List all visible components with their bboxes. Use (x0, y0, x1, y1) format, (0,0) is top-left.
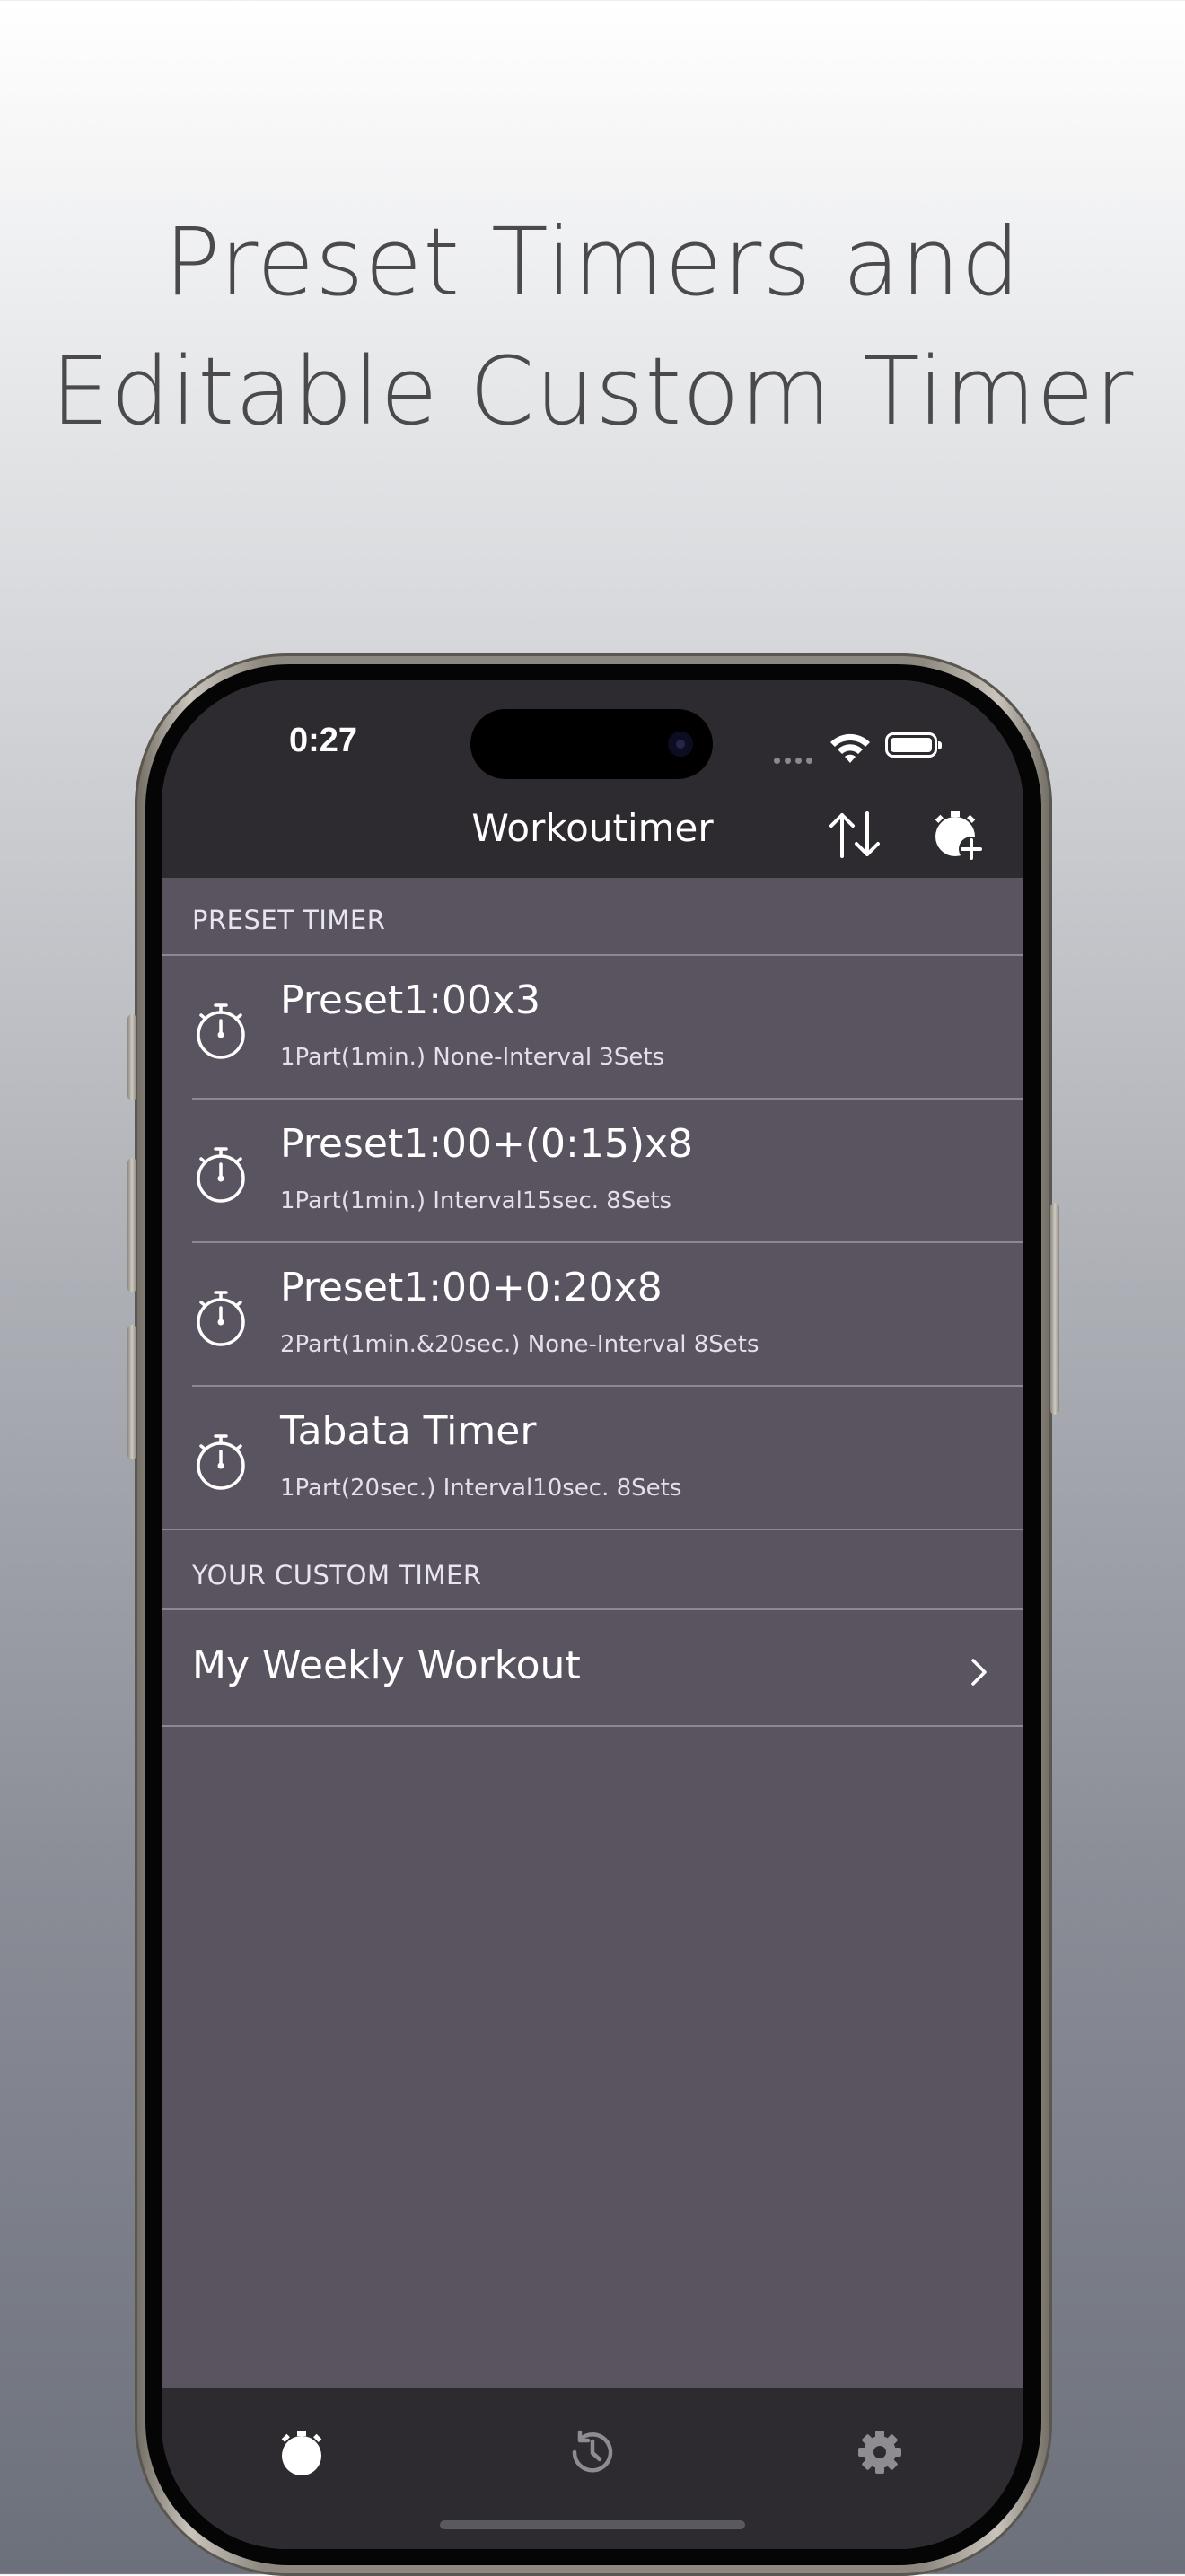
divider (162, 1529, 1023, 1530)
home-indicator[interactable] (440, 2520, 745, 2529)
list-item[interactable]: Preset1:00+0:20x8 2Part(1min.&20sec.) No… (162, 1243, 1023, 1385)
preset-title: Tabata Timer (280, 1408, 537, 1454)
chevron-right-icon (971, 1659, 987, 1686)
cellular-signal-icon (774, 750, 817, 767)
custom-timer-title: My Weekly Workout (192, 1643, 581, 1688)
preset-subtitle: 2Part(1min.&20sec.) None-Interval 8Sets (280, 1331, 759, 1358)
stopwatch-icon (197, 1434, 245, 1490)
preset-subtitle: 1Part(1min.) None-Interval 3Sets (280, 1044, 665, 1071)
nav-title: Workoutimer (471, 806, 714, 850)
custom-timer-item[interactable]: My Weekly Workout (162, 1610, 1023, 1725)
add-timer-icon[interactable] (932, 808, 986, 862)
preset-subtitle: 1Part(1min.) Interval15sec. 8Sets (280, 1187, 672, 1214)
headline-line-1: Preset Timers and (163, 207, 1022, 317)
gear-icon[interactable] (853, 2425, 907, 2479)
section-header-preset: PRESET TIMER (192, 905, 386, 935)
list-item[interactable]: Preset1:00+(0:15)x8 1Part(1min.) Interva… (162, 1100, 1023, 1241)
wifi-icon (830, 733, 870, 763)
section-header-custom: YOUR CUSTOM TIMER (192, 1560, 482, 1590)
top-bar: 0:27 Workoutimer (162, 680, 1023, 878)
marketing-headline: Preset Timers and Editable Custom Timer (0, 197, 1185, 456)
preset-title: Preset1:00+0:20x8 (280, 1265, 663, 1310)
stopwatch-icon (197, 1147, 245, 1203)
volume-down-button (127, 1325, 136, 1459)
sort-arrows-icon[interactable] (826, 808, 883, 862)
volume-up-button (127, 1158, 136, 1292)
list-item[interactable]: Tabata Timer 1Part(20sec.) Interval10sec… (162, 1387, 1023, 1529)
phone-screen: 0:27 Workoutimer PRESET TIMER Preset1:00… (162, 680, 1023, 2549)
preset-subtitle: 1Part(20sec.) Interval10sec. 8Sets (280, 1475, 682, 1502)
camera-icon (668, 732, 693, 757)
battery-icon (885, 732, 942, 758)
headline-line-2: Editable Custom Timer (50, 337, 1135, 446)
status-time: 0:27 (289, 722, 358, 759)
timer-list: PRESET TIMER Preset1:00x3 1Part(1min.) N… (162, 878, 1023, 2388)
action-button (127, 1014, 136, 1100)
preset-title: Preset1:00x3 (280, 977, 541, 1023)
side-button (1050, 1203, 1059, 1415)
stopwatch-icon (197, 1003, 245, 1059)
history-icon[interactable] (566, 2425, 619, 2479)
stopwatch-icon (197, 1291, 245, 1346)
divider (162, 1725, 1023, 1727)
preset-title: Preset1:00+(0:15)x8 (280, 1121, 694, 1167)
list-item[interactable]: Preset1:00x3 1Part(1min.) None-Interval … (162, 956, 1023, 1098)
stopwatch-icon[interactable] (275, 2425, 329, 2479)
dynamic-island (470, 709, 713, 779)
